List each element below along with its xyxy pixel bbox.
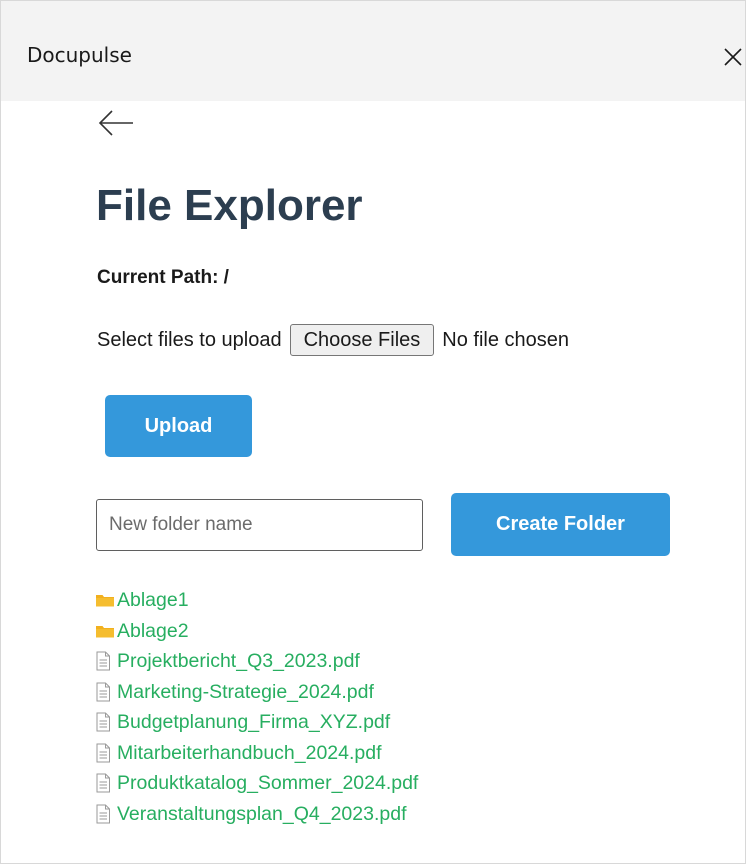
file-list: Ablage1 Ablage2 Projektbericht_Q3_2023.pdf… bbox=[95, 585, 418, 829]
file-link[interactable]: Produktkatalog_Sommer_2024.pdf bbox=[117, 772, 418, 794]
no-file-chosen-text: No file chosen bbox=[442, 328, 570, 351]
file-list-item[interactable]: Mitarbeiterhandbuch_2024.pdf bbox=[95, 738, 418, 769]
file-icon bbox=[95, 743, 117, 763]
file-link[interactable]: Marketing-Strategie_2024.pdf bbox=[117, 681, 374, 703]
file-icon bbox=[95, 651, 117, 671]
choose-files-button[interactable]: Choose Files bbox=[289, 324, 435, 356]
file-list-item[interactable]: Marketing-Strategie_2024.pdf bbox=[95, 677, 418, 708]
close-button[interactable] bbox=[717, 39, 745, 71]
back-button[interactable] bbox=[97, 107, 137, 139]
arrow-left-icon bbox=[97, 107, 137, 139]
file-list-item[interactable]: Veranstaltungsplan_Q4_2023.pdf bbox=[95, 799, 418, 830]
upload-button[interactable]: Upload bbox=[105, 395, 252, 457]
file-list-item[interactable]: Projektbericht_Q3_2023.pdf bbox=[95, 646, 418, 677]
page-title: File Explorer bbox=[96, 181, 363, 230]
file-icon bbox=[95, 773, 117, 793]
file-icon bbox=[95, 804, 117, 824]
app-window: Docupulse File Explorer Current Path: / … bbox=[0, 0, 746, 864]
file-upload-row: Select files to upload Choose Files No f… bbox=[97, 323, 569, 357]
file-link[interactable]: Mitarbeiterhandbuch_2024.pdf bbox=[117, 742, 382, 764]
folder-list-item[interactable]: Ablage1 bbox=[95, 585, 418, 616]
file-link[interactable]: Projektbericht_Q3_2023.pdf bbox=[117, 650, 360, 672]
folder-icon bbox=[95, 590, 117, 610]
folder-link[interactable]: Ablage1 bbox=[117, 589, 189, 611]
create-folder-button[interactable]: Create Folder bbox=[451, 493, 670, 556]
folder-list-item[interactable]: Ablage2 bbox=[95, 616, 418, 647]
file-icon bbox=[95, 712, 117, 732]
folder-link[interactable]: Ablage2 bbox=[117, 620, 189, 642]
title-bar: Docupulse bbox=[1, 1, 745, 101]
new-folder-name-input[interactable] bbox=[96, 499, 423, 551]
upload-label: Select files to upload bbox=[97, 328, 282, 351]
file-list-item[interactable]: Produktkatalog_Sommer_2024.pdf bbox=[95, 768, 418, 799]
window-title: Docupulse bbox=[27, 43, 132, 67]
current-path: Current Path: / bbox=[97, 267, 229, 288]
file-link[interactable]: Budgetplanung_Firma_XYZ.pdf bbox=[117, 711, 390, 733]
file-list-item[interactable]: Budgetplanung_Firma_XYZ.pdf bbox=[95, 707, 418, 738]
file-icon bbox=[95, 682, 117, 702]
file-link[interactable]: Veranstaltungsplan_Q4_2023.pdf bbox=[117, 803, 406, 825]
folder-icon bbox=[95, 621, 117, 641]
close-icon bbox=[717, 39, 745, 71]
